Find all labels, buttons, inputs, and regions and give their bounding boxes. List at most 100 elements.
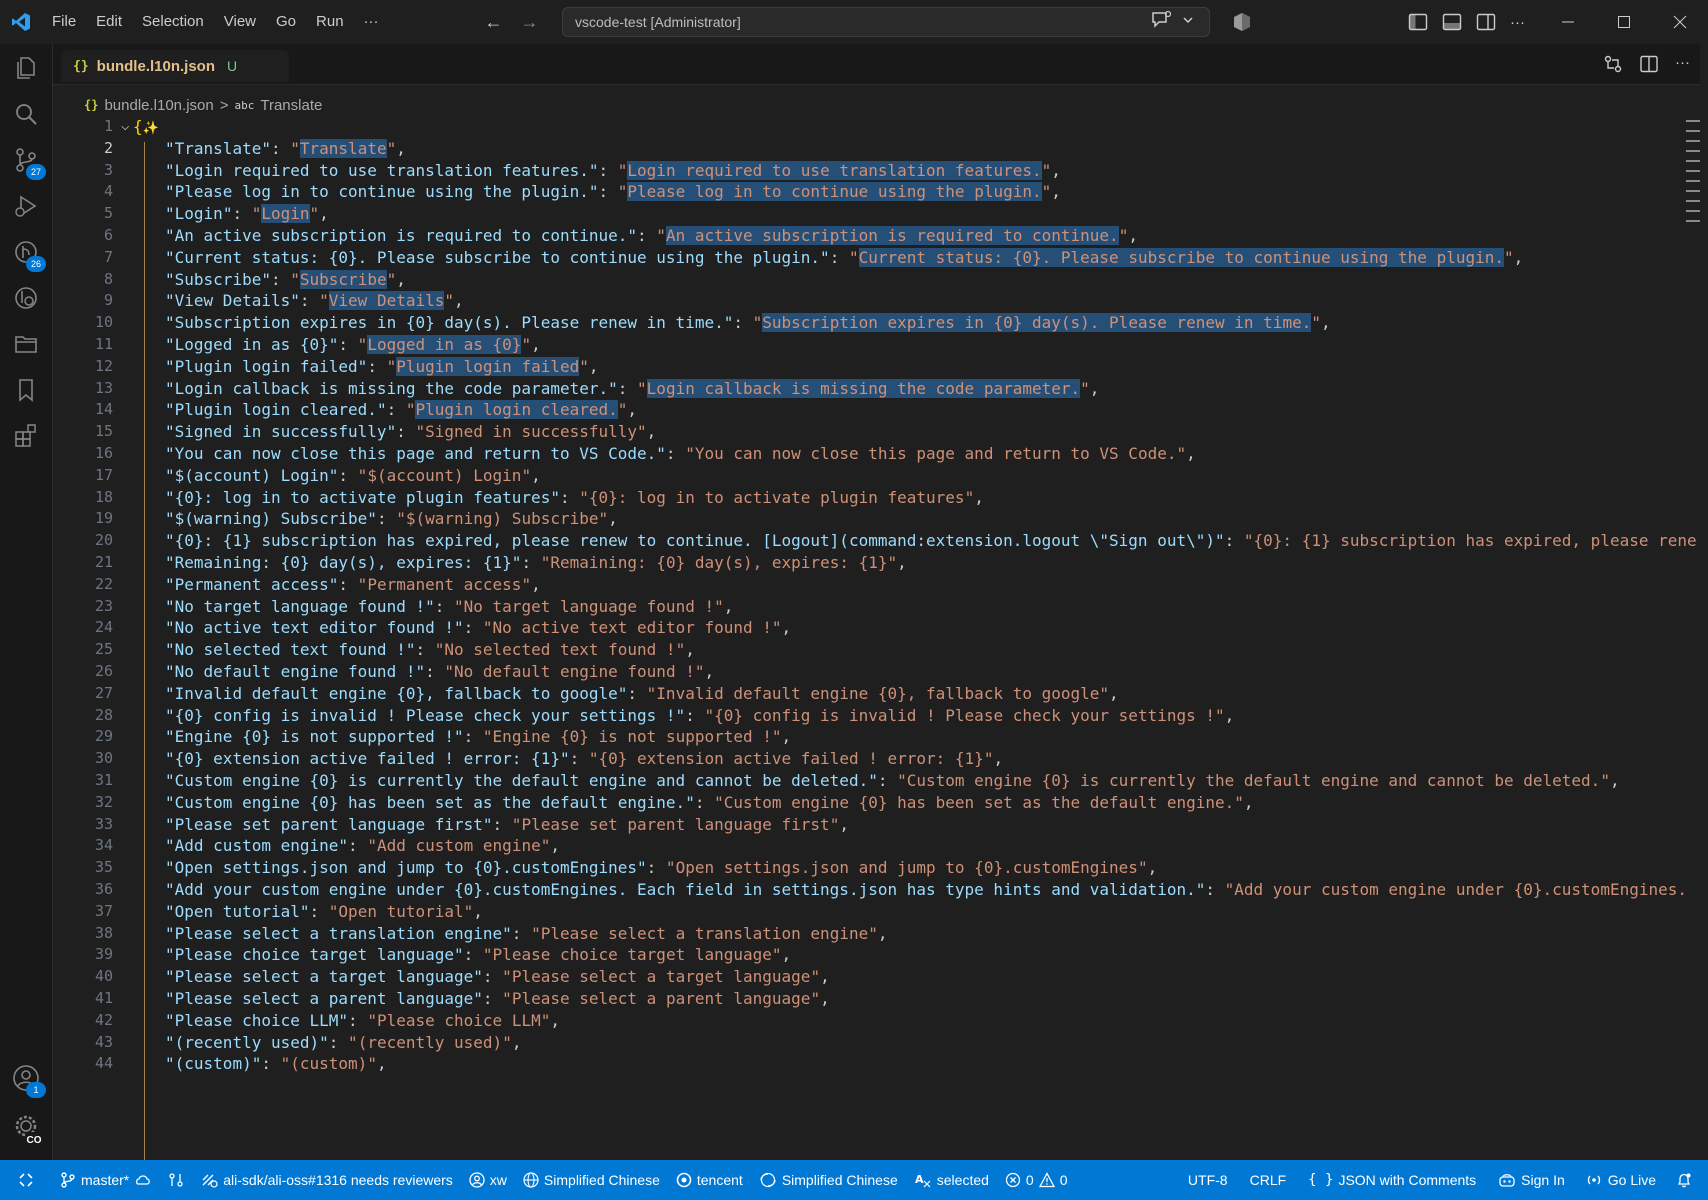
code-editor[interactable]: 1 ⌵ {✨ 2 "Translate": "Translate", 3 "Login re… — [53, 118, 1700, 1160]
code-line[interactable]: 18 "{0}: log in to activate plugin featur… — [53, 487, 1700, 509]
code-line[interactable]: 31 "Custom engine {0} is currently the de… — [53, 770, 1700, 792]
account-icon[interactable]: 1 — [12, 1064, 46, 1098]
code-line[interactable]: 30 "{0} extension active failed ! error: … — [53, 748, 1700, 770]
code-line[interactable]: 41 "Please select a parent language": "Pl… — [53, 988, 1700, 1010]
breadcrumb-file[interactable]: bundle.l10n.json — [104, 97, 213, 114]
tab-bundle-l10n-json[interactable]: {} bundle.l10n.json U — [61, 50, 289, 82]
source-control-icon[interactable]: 27 — [12, 146, 46, 180]
copilot-chat-icon[interactable] — [1150, 10, 1172, 30]
code-line[interactable]: 35 "Open settings.json and jump to {0}.cu… — [53, 857, 1700, 879]
code-line[interactable]: 40 "Please select a target language": "Pl… — [53, 966, 1700, 988]
forward-arrow-icon[interactable]: → — [521, 12, 539, 33]
menu-go[interactable]: Go — [266, 0, 306, 44]
timeline-icon[interactable]: 26 — [12, 238, 46, 272]
overview-ruler[interactable] — [1686, 118, 1700, 298]
code-line[interactable]: 23 "No target language found !": "No targ… — [53, 596, 1700, 618]
code-line[interactable]: 4 "Please log in to continue using the pl… — [53, 181, 1700, 203]
extensions-icon[interactable] — [12, 422, 40, 450]
menu-view[interactable]: View — [214, 0, 266, 44]
editor-more-actions[interactable]: ··· — [1675, 54, 1690, 74]
code-line[interactable]: 14 "Plugin login cleared.": "Plugin login… — [53, 399, 1700, 421]
code-line[interactable]: 27 "Invalid default engine {0}, fallback … — [53, 683, 1700, 705]
user-status[interactable]: xw — [461, 1172, 515, 1188]
code-line[interactable]: 11 "Logged in as {0}": "Logged in as {0}"… — [53, 334, 1700, 356]
code-line[interactable]: 7 "Current status: {0}. Please subscribe … — [53, 247, 1700, 269]
minimize-icon[interactable] — [1540, 0, 1596, 44]
code-line[interactable]: 26 "No default engine found !": "No defau… — [53, 661, 1700, 683]
encoding-status[interactable]: UTF-8 — [1180, 1172, 1242, 1188]
menu-file[interactable]: File — [42, 0, 86, 44]
toggle-primary-sidebar-icon[interactable] — [1408, 13, 1428, 31]
language-mode-status[interactable]: { } JSON with Comments — [1300, 1172, 1490, 1188]
code-line[interactable]: 16 "You can now close this page and retur… — [53, 443, 1700, 465]
code-line[interactable]: 15 "Signed in successfully": "Signed in s… — [53, 421, 1700, 443]
code-line[interactable]: 17 "$(account) Login": "$(account) Login"… — [53, 465, 1700, 487]
menu-edit[interactable]: Edit — [86, 0, 132, 44]
code-line[interactable]: 37 "Open tutorial": "Open tutorial", — [53, 901, 1700, 923]
code-line[interactable]: 38 "Please select a translation engine": … — [53, 923, 1700, 945]
sparkle-icon[interactable]: ✨ — [143, 121, 159, 136]
code-line[interactable]: 42 "Please choice LLM": "Please choice LL… — [53, 1010, 1700, 1032]
accounts-cube-icon[interactable] — [1232, 12, 1252, 32]
remote-indicator[interactable] — [0, 1160, 52, 1200]
pr-review-status[interactable]: ali-sdk/ali-oss#1316 needs reviewers — [192, 1172, 461, 1188]
code-line[interactable]: 20 "{0}: {1} subscription has expired, pl… — [53, 530, 1700, 552]
menu-more[interactable]: ··· — [354, 0, 389, 44]
code-line[interactable]: 2 "Translate": "Translate", — [53, 138, 1700, 160]
code-line[interactable]: 19 "$(warning) Subscribe": "$(warning) Su… — [53, 508, 1700, 530]
command-center[interactable]: vscode-test [Administrator] — [562, 7, 1210, 37]
source-language-status[interactable]: Simplified Chinese — [515, 1172, 668, 1188]
code-line[interactable]: 39 "Please choice target language": "Plea… — [53, 944, 1700, 966]
notifications-status[interactable] — [1668, 1172, 1700, 1188]
code-line[interactable]: 43 "(recently used)": "(recently used)", — [53, 1032, 1700, 1054]
pull-request-status[interactable] — [160, 1172, 192, 1188]
code-line[interactable]: 29 "Engine {0} is not supported !": "Engi… — [53, 726, 1700, 748]
branch-status[interactable]: master* — [52, 1172, 160, 1188]
breadcrumb-symbol[interactable]: Translate — [260, 97, 322, 114]
code-line[interactable]: 33 "Please set parent language first": "P… — [53, 814, 1700, 836]
code-line[interactable]: 10 "Subscription expires in {0} day(s). P… — [53, 312, 1700, 334]
code-line[interactable]: 5 "Login": "Login", — [53, 203, 1700, 225]
code-line[interactable]: 3 "Login required to use translation feat… — [53, 160, 1700, 182]
chevron-down-icon[interactable] — [1182, 14, 1194, 26]
fold-chevron-icon[interactable]: ⌵ — [121, 118, 129, 138]
git-graph-icon[interactable] — [12, 284, 40, 312]
eol-status[interactable]: CRLF — [1242, 1172, 1301, 1188]
toggle-panel-icon[interactable] — [1442, 13, 1462, 31]
code-line[interactable]: 22 "Permanent access": "Permanent access"… — [53, 574, 1700, 596]
sign-in-status[interactable]: Sign In — [1490, 1172, 1577, 1188]
code-line[interactable]: 36 "Add your custom engine under {0}.cust… — [53, 879, 1700, 901]
search-icon[interactable] — [12, 100, 40, 128]
close-icon[interactable] — [1652, 0, 1708, 44]
customize-layout-more[interactable]: ··· — [1510, 14, 1525, 31]
code-line[interactable]: 9 "View Details": "View Details", — [53, 290, 1700, 312]
folder-icon[interactable] — [12, 330, 40, 358]
toggle-secondary-sidebar-icon[interactable] — [1476, 13, 1496, 31]
bookmark-icon[interactable] — [12, 376, 40, 404]
explorer-icon[interactable] — [12, 54, 40, 82]
split-editor-icon[interactable] — [1639, 54, 1659, 74]
settings-icon[interactable]: CO — [12, 1112, 44, 1148]
code-line[interactable]: 28 "{0} config is invalid ! Please check … — [53, 705, 1700, 727]
go-live-status[interactable]: Go Live — [1577, 1172, 1668, 1188]
code-line[interactable]: 13 "Login callback is missing the code pa… — [53, 378, 1700, 400]
code-line[interactable]: 25 "No selected text found !": "No select… — [53, 639, 1700, 661]
menu-selection[interactable]: Selection — [132, 0, 214, 44]
code-line[interactable]: 6 "An active subscription is required to … — [53, 225, 1700, 247]
code-line[interactable]: 21 "Remaining: {0} day(s), expires: {1}":… — [53, 552, 1700, 574]
back-arrow-icon[interactable]: ← — [485, 12, 503, 33]
engine-status[interactable]: tencent — [668, 1172, 751, 1188]
maximize-icon[interactable] — [1596, 0, 1652, 44]
problems-status[interactable]: 0 0 — [997, 1172, 1076, 1188]
code-line[interactable]: 1 ⌵ {✨ — [53, 118, 1700, 138]
open-changes-icon[interactable] — [1603, 54, 1623, 74]
run-debug-icon[interactable] — [12, 192, 40, 220]
code-line[interactable]: 12 "Plugin login failed": "Plugin login f… — [53, 356, 1700, 378]
translate-selected-status[interactable]: A selected — [906, 1172, 997, 1188]
target-language-status[interactable]: Simplified Chinese — [751, 1172, 906, 1188]
code-line[interactable]: 24 "No active text editor found !": "No a… — [53, 617, 1700, 639]
code-line[interactable]: 8 "Subscribe": "Subscribe", — [53, 269, 1700, 291]
menu-run[interactable]: Run — [306, 0, 354, 44]
code-line[interactable]: 44 "(custom)": "(custom)", — [53, 1053, 1700, 1075]
code-line[interactable]: 32 "Custom engine {0} has been set as the… — [53, 792, 1700, 814]
